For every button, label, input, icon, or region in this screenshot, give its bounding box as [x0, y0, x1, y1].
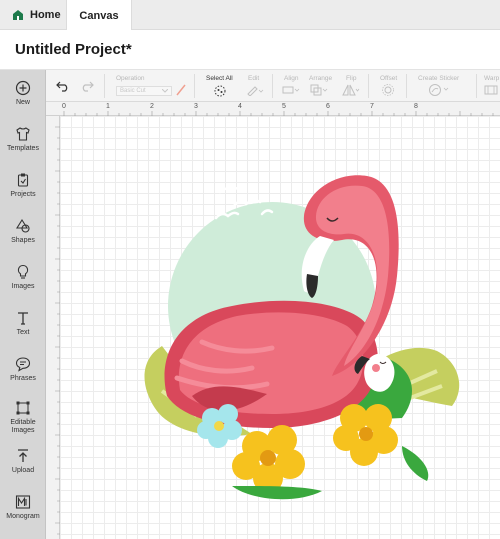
tab-canvas-label: Canvas [79, 9, 119, 22]
sidebar-item-label: Phrases [10, 375, 36, 382]
home-icon [13, 10, 23, 20]
flip-label: Flip [346, 75, 357, 82]
warp-icon[interactable] [484, 85, 498, 95]
arrange-label: Arrange [309, 75, 333, 82]
sidebar-item-text[interactable]: Text [0, 306, 46, 350]
ruler-mark: 7 [370, 103, 374, 110]
flip-icon[interactable] [342, 84, 360, 96]
ruler-mark: 4 [238, 103, 242, 110]
redo-icon[interactable] [80, 80, 94, 92]
tab-home-label: Home [30, 9, 61, 21]
chevron-down-icon [162, 89, 168, 93]
lightbulb-icon [17, 264, 29, 279]
ruler-mark: 0 [62, 103, 66, 110]
sidebar-item-label: Monogram [6, 513, 40, 520]
offset-label: Offset [380, 75, 398, 82]
toolbar-divider [476, 74, 477, 98]
yellow-flower-shape [333, 404, 398, 466]
toolbar-divider [368, 74, 369, 98]
sidebar-item-label: Templates [7, 145, 39, 152]
sidebar-item-label: New [15, 99, 30, 106]
sidebar-item-images[interactable]: Images [0, 260, 46, 304]
tab-bar: Home Canvas [0, 0, 500, 31]
sidebar-item-label: Editable Images [10, 419, 36, 434]
sidebar-item-upload[interactable]: Upload [0, 444, 46, 488]
select-all-label: Select All [206, 75, 233, 82]
arrange-icon[interactable] [310, 84, 328, 96]
operation-label: Operation [116, 75, 145, 82]
ruler-ticks [55, 126, 60, 535]
sidebar-item-label: Shapes [11, 237, 35, 244]
select-all-icon[interactable] [213, 84, 227, 98]
clipboard-icon [17, 173, 29, 187]
ruler-mark: 6 [326, 103, 330, 110]
sidebar-item-shapes[interactable]: Shapes [0, 214, 46, 258]
ruler-mark: 3 [194, 103, 198, 110]
shapes-icon [16, 218, 30, 233]
sidebar-item-label: Images [11, 283, 35, 290]
sidebar-item-new[interactable]: New [0, 76, 46, 120]
align-icon[interactable] [282, 85, 300, 95]
edit-label: Edit [248, 75, 260, 82]
sidebar-item-phrases[interactable]: Phrases [0, 352, 46, 396]
flamingo-artwork[interactable] [122, 156, 500, 516]
ruler-mark: 1 [106, 103, 110, 110]
toolbar: Operation Basic Cut Select All Edit Alig… [46, 70, 500, 102]
toolbar-divider [104, 74, 105, 98]
text-t-icon [18, 312, 28, 325]
sidebar-item-editable-images[interactable]: Editable Images [0, 396, 46, 440]
plus-circle-icon [15, 80, 31, 96]
sidebar-item-label: Projects [10, 191, 36, 198]
toolbar-divider [406, 74, 407, 98]
title-bar: Untitled Project* [0, 30, 500, 70]
warp-label: Warp [484, 75, 500, 82]
sidebar-item-label: Upload [11, 467, 35, 474]
tab-home[interactable]: Home [8, 0, 66, 30]
toolbar-divider [194, 74, 195, 98]
align-label: Align [284, 75, 299, 82]
create-sticker-label: Create Sticker [418, 75, 460, 82]
upload-icon [18, 449, 28, 462]
sidebar-item-projects[interactable]: Projects [0, 168, 46, 212]
ruler-mark: 5 [282, 103, 286, 110]
sidebar-item-label: Text [16, 329, 30, 336]
toolbar-divider [272, 74, 273, 98]
pen-color-icon[interactable] [176, 84, 186, 96]
project-title[interactable]: Untitled Project* [15, 41, 132, 58]
tab-canvas[interactable]: Canvas [66, 0, 132, 31]
ruler-horizontal: 0 1 2 3 4 5 6 7 8 [46, 102, 500, 116]
ruler-mark: 8 [414, 103, 418, 110]
editable-image-icon [16, 401, 30, 415]
speech-bubble-icon [15, 357, 31, 372]
offset-icon[interactable] [381, 83, 397, 97]
shirt-icon [16, 127, 30, 141]
undo-icon[interactable] [56, 80, 70, 92]
ruler-ticks [63, 111, 494, 116]
sidebar-item-templates[interactable]: Templates [0, 122, 46, 166]
sidebar: New Templates Projects Shapes Images Tex… [0, 70, 46, 539]
sidebar-item-monogram[interactable]: Monogram [0, 490, 46, 534]
monogram-icon [15, 495, 31, 509]
edit-pencil-icon[interactable] [246, 84, 264, 96]
design-canvas[interactable] [60, 116, 500, 539]
ruler-vertical [46, 116, 60, 539]
ruler-mark: 2 [150, 103, 154, 110]
sticker-icon[interactable] [428, 83, 450, 97]
